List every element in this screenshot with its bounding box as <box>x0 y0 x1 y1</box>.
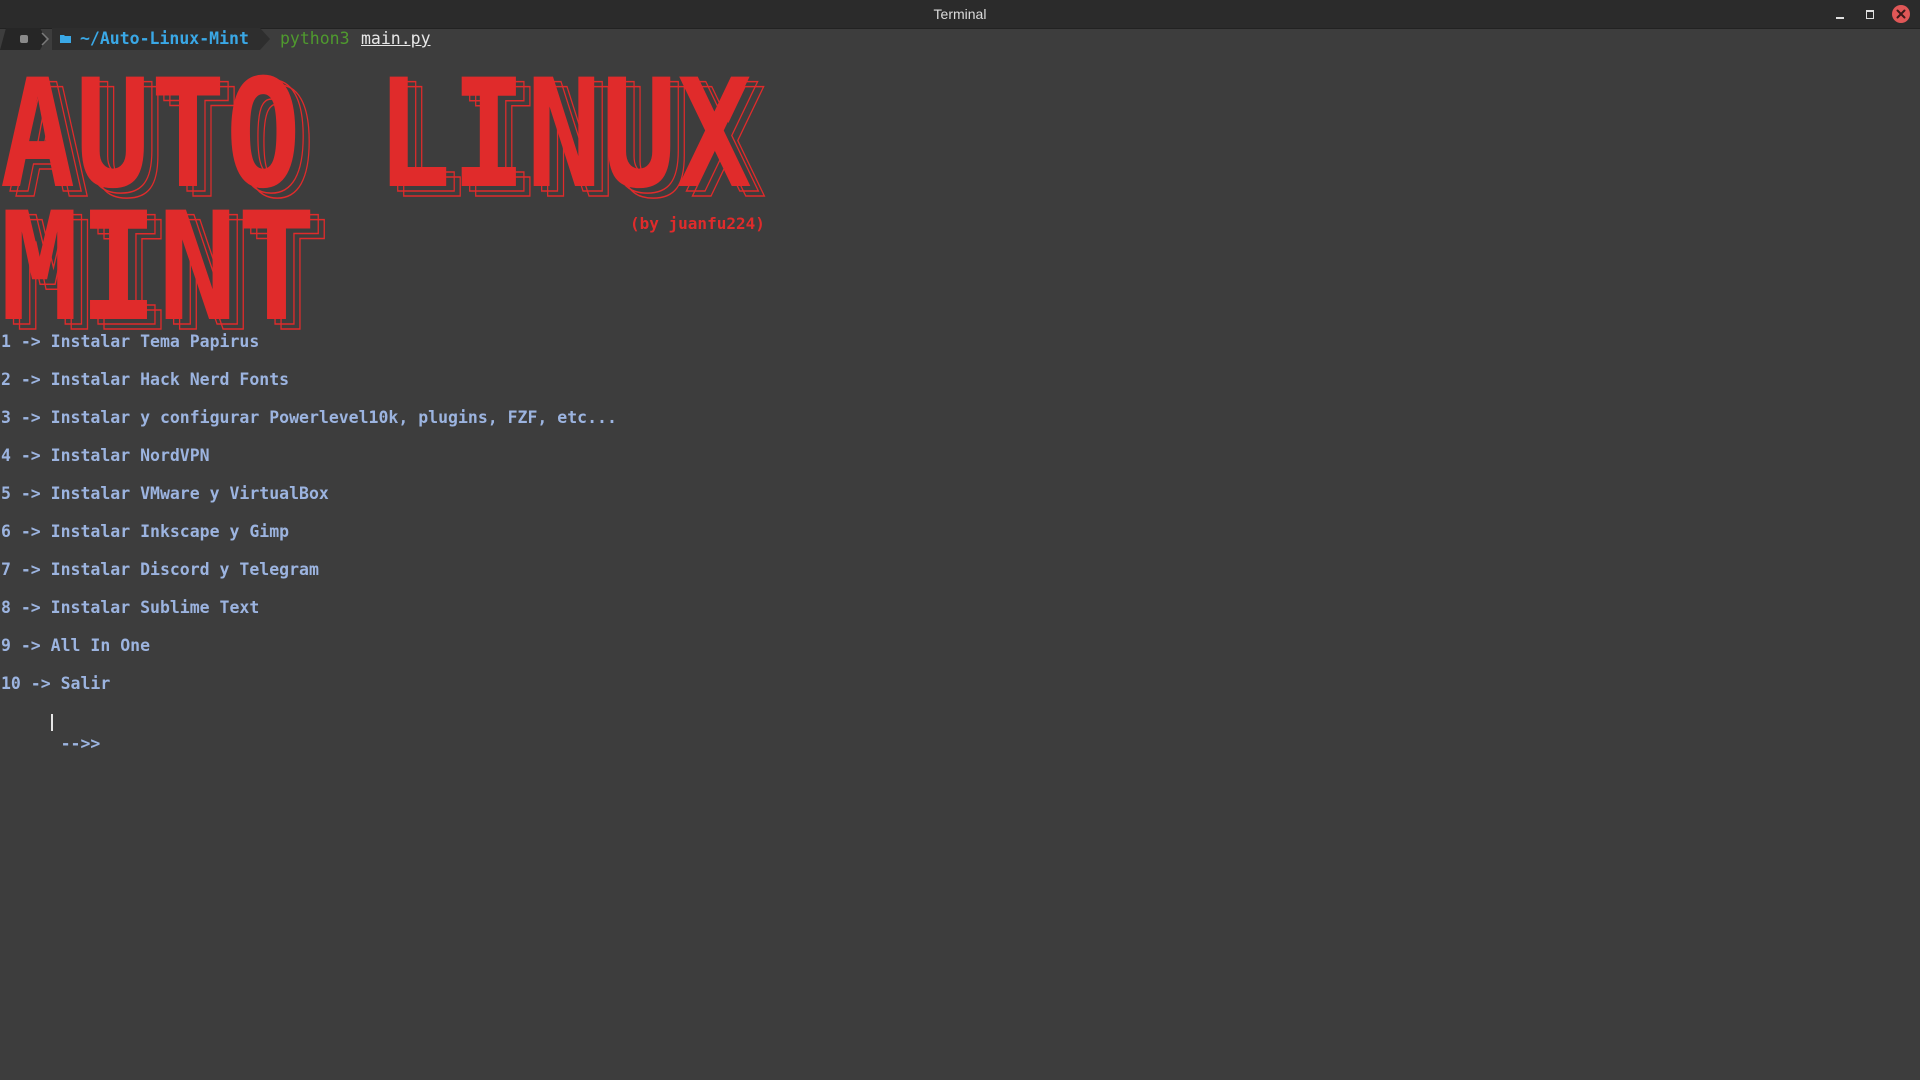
window-title: Terminal <box>933 6 987 22</box>
title-bar[interactable]: Terminal <box>0 0 1920 29</box>
close-icon <box>1896 9 1906 19</box>
folder-icon <box>60 35 71 43</box>
maximize-button[interactable] <box>1862 6 1878 22</box>
banner-text: AUTO LINUX MINT <box>0 48 752 355</box>
linux-icon <box>20 35 28 43</box>
terminal-window: Terminal ~/Auto-Linux-Mint python3 main.… <box>0 0 1920 1080</box>
menu-item: 9 -> All In One <box>1 636 151 655</box>
ascii-banner: AUTO LINUX MINT AUTO LINUX MINT AUTO LIN… <box>0 48 780 366</box>
menu-item: 8 -> Instalar Sublime Text <box>1 598 260 617</box>
text-cursor <box>51 714 53 731</box>
terminal-body[interactable]: ~/Auto-Linux-Mint python3 main.py AUTO L… <box>0 28 1920 1080</box>
current-directory: ~/Auto-Linux-Mint <box>80 29 249 48</box>
chevron-right-icon <box>41 32 50 46</box>
menu-item: 1 -> Instalar Tema Papirus <box>1 332 260 351</box>
input-line[interactable]: -->> <box>1 711 100 821</box>
menu-item: 10 -> Salir <box>1 674 111 693</box>
menu-item: 7 -> Instalar Discord y Telegram <box>1 560 319 579</box>
menu-item: 4 -> Instalar NordVPN <box>1 446 210 465</box>
banner-byline: (by juanfu224) <box>630 214 765 233</box>
prompt-directory-segment: ~/Auto-Linux-Mint <box>52 28 270 50</box>
command-argument: main.py <box>361 29 431 48</box>
shell-prompt: ~/Auto-Linux-Mint python3 main.py <box>0 28 1920 50</box>
menu-item: 5 -> Instalar VMware y VirtualBox <box>1 484 329 503</box>
command-name: python3 <box>280 29 350 48</box>
close-button[interactable] <box>1892 5 1910 23</box>
menu-item: 2 -> Instalar Hack Nerd Fonts <box>1 370 290 389</box>
banner-title-line-2: MINT <box>0 181 316 332</box>
input-prompt: -->> <box>60 734 101 753</box>
banner-art: AUTO LINUX MINT AUTO LINUX MINT AUTO LIN… <box>0 48 767 366</box>
menu-item: 3 -> Instalar y configurar Powerlevel10k… <box>1 408 617 427</box>
minimize-button[interactable] <box>1832 6 1848 22</box>
menu-item: 6 -> Instalar Inkscape y Gimp <box>1 522 290 541</box>
